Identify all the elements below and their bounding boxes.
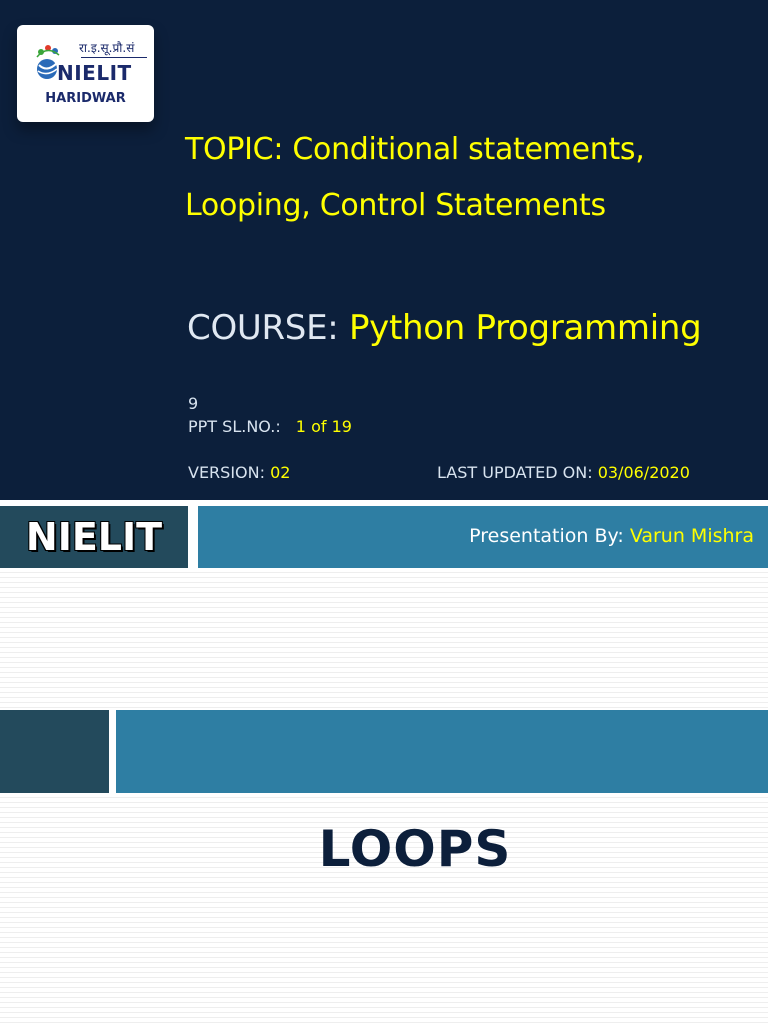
topic-heading: TOPIC: Conditional statements, Looping, … bbox=[185, 122, 745, 234]
presenter-credit: Presentation By: Varun Mishra bbox=[469, 525, 754, 547]
course-value: Python Programming bbox=[348, 308, 702, 348]
title-slide: रा.इ.सू.प्रौ.सं NIELIT HARIDWAR TOPIC: C… bbox=[0, 0, 768, 500]
logo-name: NIELIT bbox=[57, 61, 132, 85]
nielit-logo: रा.इ.सू.प्रौ.सं NIELIT HARIDWAR bbox=[17, 25, 154, 122]
course-label: COURSE: bbox=[187, 308, 339, 348]
version-label: VERSION: bbox=[188, 463, 265, 482]
presenter-bar: Presentation By: Varun Mishra bbox=[198, 506, 768, 568]
section-accent-block bbox=[0, 710, 109, 793]
topic-line-2: Looping, Control Statements bbox=[185, 188, 606, 223]
presenter-label: Presentation By: bbox=[469, 525, 624, 547]
ppt-serial-value: 1 of 19 bbox=[295, 417, 352, 436]
topic-line-1: TOPIC: Conditional statements, bbox=[185, 132, 645, 167]
last-updated-label: LAST UPDATED ON: bbox=[437, 463, 593, 482]
last-updated-value: 03/06/2020 bbox=[597, 463, 690, 482]
version-value: 02 bbox=[270, 463, 291, 482]
section-heading: LOOPS bbox=[318, 820, 512, 878]
slide-number: 9 bbox=[188, 394, 199, 413]
footer-brand-box: NIELIT bbox=[0, 506, 188, 568]
footer-brand: NIELIT bbox=[25, 515, 163, 559]
course-line: COURSE: Python Programming bbox=[187, 308, 702, 348]
section-header-bar bbox=[116, 710, 768, 793]
logo-divider bbox=[81, 57, 147, 58]
last-updated: LAST UPDATED ON: 03/06/2020 bbox=[437, 463, 690, 482]
logo-hindi-text: रा.इ.सू.प्रौ.सं bbox=[79, 41, 135, 55]
logo-city: HARIDWAR bbox=[45, 91, 126, 106]
lined-background-top bbox=[0, 568, 768, 710]
ppt-serial-label: PPT SL.NO.: bbox=[188, 417, 281, 436]
presenter-name: Varun Mishra bbox=[629, 525, 754, 547]
version: VERSION: 02 bbox=[188, 463, 290, 482]
ppt-serial: PPT SL.NO.: 1 of 19 bbox=[188, 417, 352, 436]
